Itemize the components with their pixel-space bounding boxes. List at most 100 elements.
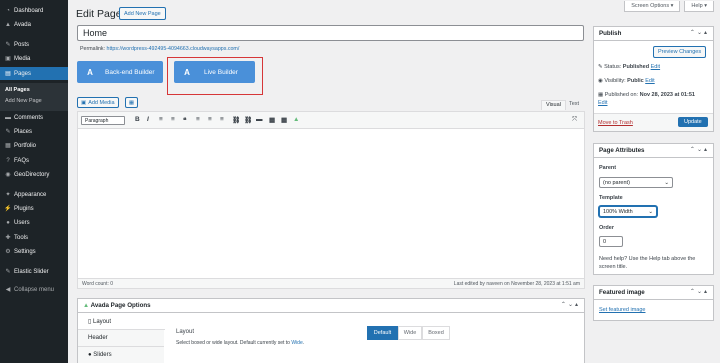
sidebar-item-portfolio[interactable]: ▦ Portfolio bbox=[0, 139, 68, 152]
permalink-url-link[interactable]: https://wordpress-492495-4094663.cloudwa… bbox=[107, 46, 240, 52]
featured-image-header[interactable]: Featured image ⌃⌄▴ bbox=[594, 286, 713, 300]
screen-options-button[interactable]: Screen Options ▾ bbox=[624, 1, 681, 12]
visibility-edit-link[interactable]: Edit bbox=[645, 78, 654, 84]
link-icon[interactable]: ⛓ bbox=[232, 116, 240, 124]
comments-icon: ▬ bbox=[5, 114, 11, 121]
pin-icon: ✎ bbox=[598, 64, 603, 70]
places-icon: ✎ bbox=[5, 129, 11, 135]
help-button[interactable]: Help ▾ bbox=[684, 1, 714, 12]
bullet-list-icon[interactable]: ≡ bbox=[159, 116, 163, 123]
published-edit-link[interactable]: Edit bbox=[598, 100, 607, 106]
box-arrows-icon[interactable]: ⌃⌄▴ bbox=[561, 301, 580, 308]
editor-statusbar: Word count: 0 Last edited by naveen on N… bbox=[78, 278, 584, 288]
set-featured-image-link[interactable]: Set featured image bbox=[599, 307, 645, 313]
align-left-icon[interactable]: ≡ bbox=[196, 116, 200, 123]
collapse-icon: ◀ bbox=[5, 287, 11, 293]
preview-changes-button[interactable]: Preview Changes bbox=[653, 46, 707, 58]
avada-options-header[interactable]: ▲ Avada Page Options ⌃⌄▴ bbox=[78, 299, 584, 313]
submenu-all-pages[interactable]: All Pages bbox=[5, 87, 30, 93]
sidebar-item-media[interactable]: ▣ Media bbox=[0, 52, 68, 65]
media-icon: ▣ bbox=[81, 99, 87, 106]
chevron-down-icon: ⌄ bbox=[664, 180, 669, 186]
calendar-icon: ▦ bbox=[598, 92, 604, 98]
sidebar-item-avada[interactable]: ▲ Avada bbox=[0, 18, 68, 31]
sidebar-item-places[interactable]: ✎ Places bbox=[0, 125, 68, 138]
users-icon: ● bbox=[6, 219, 10, 226]
box-arrows-icon[interactable]: ⌃⌄▴ bbox=[690, 288, 709, 295]
page-title: Edit Page bbox=[76, 8, 122, 20]
faq-icon: ? bbox=[6, 157, 10, 164]
template-select[interactable]: 100% Width ⌄ bbox=[599, 206, 657, 217]
move-to-trash-link[interactable]: Move to Trash bbox=[598, 120, 633, 126]
content-editor[interactable]: Paragraph B I ≡ ≡ ❝ ≡ ≡ ≡ ⛓ ⛓ ▬ ▦ ▦ ▲ ⤧ … bbox=[77, 111, 585, 289]
avada-tab-header[interactable]: Header bbox=[78, 330, 164, 347]
tab-visual[interactable]: Visual bbox=[541, 100, 566, 110]
layout-grid-button[interactable]: ▦ bbox=[125, 97, 138, 108]
format-select[interactable]: Paragraph bbox=[81, 116, 125, 125]
layout-description: Select boxed or wide layout. Default cur… bbox=[176, 340, 305, 346]
sidebar-item-dashboard[interactable]: ◔ Dashboard bbox=[0, 4, 68, 17]
avada-shortcode-icon[interactable]: ▲ bbox=[293, 116, 299, 123]
sidebar-item-settings[interactable]: ⚙ Settings bbox=[0, 245, 68, 258]
box-arrows-icon[interactable]: ⌃⌄▴ bbox=[690, 146, 709, 153]
add-new-page-button[interactable]: Add New Page bbox=[119, 7, 166, 20]
slider-icon: ✎ bbox=[5, 269, 11, 275]
sliders-icon: ● bbox=[88, 352, 92, 358]
sidebar-collapse-menu[interactable]: ◀ Collapse menu bbox=[0, 283, 68, 296]
bold-icon[interactable]: B bbox=[135, 116, 140, 123]
avada-tab-sliders[interactable]: ● Sliders bbox=[78, 347, 164, 363]
admin-sidebar: ◔ Dashboard ▲ Avada ✎ Posts ▣ Media ▤ Pages A… bbox=[0, 0, 68, 363]
status-edit-link[interactable]: Edit bbox=[651, 64, 660, 70]
update-button[interactable]: Update bbox=[678, 117, 708, 127]
numbered-list-icon[interactable]: ≡ bbox=[171, 116, 175, 123]
pages-icon: ▤ bbox=[5, 71, 11, 77]
chevron-down-icon: ⌄ bbox=[648, 209, 653, 215]
layout-wide-button[interactable]: Wide bbox=[398, 326, 422, 340]
sidebar-item-users[interactable]: ● Users bbox=[0, 216, 68, 229]
media-icon: ▣ bbox=[5, 56, 11, 62]
avada-logo-icon: A bbox=[87, 67, 93, 77]
sidebar-item-elastic-slider[interactable]: ✎ Elastic Slider bbox=[0, 265, 68, 278]
plugins-icon: ⚡ bbox=[4, 206, 12, 212]
toolbar-toggle-icon[interactable]: ▦ bbox=[269, 116, 275, 124]
tab-text[interactable]: Text bbox=[565, 100, 583, 110]
avada-tabs: ▯ Layout Header ● Sliders bbox=[78, 313, 165, 363]
sidebar-item-geodirectory[interactable]: ◉ GeoDirectory bbox=[0, 168, 68, 181]
unlink-icon[interactable]: ⛓ bbox=[244, 116, 252, 124]
align-center-icon[interactable]: ≡ bbox=[208, 116, 212, 123]
post-title-input[interactable]: Home bbox=[77, 25, 584, 41]
sidebar-item-plugins[interactable]: ⚡ Plugins bbox=[0, 202, 68, 215]
page-attributes-header[interactable]: Page Attributes ⌃⌄▴ bbox=[594, 144, 713, 158]
submenu-add-new[interactable]: Add New Page bbox=[5, 98, 42, 104]
align-right-icon[interactable]: ≡ bbox=[220, 116, 224, 123]
sidebar-item-faqs[interactable]: ? FAQs bbox=[0, 154, 68, 167]
read-more-icon[interactable]: ▬ bbox=[256, 116, 263, 123]
avada-tab-layout[interactable]: ▯ Layout bbox=[78, 313, 165, 330]
fullscreen-icon[interactable]: ⤧ bbox=[572, 116, 577, 124]
layout-default-button[interactable]: Default bbox=[367, 326, 398, 340]
template-label: Template bbox=[599, 195, 623, 201]
layout-icon: ▯ bbox=[88, 319, 92, 325]
add-media-button[interactable]: ▣ Add Media bbox=[77, 97, 119, 108]
parent-select[interactable]: (no parent) ⌄ bbox=[599, 177, 673, 188]
sidebar-item-comments[interactable]: ▬ Comments bbox=[0, 111, 68, 124]
box-arrows-icon[interactable]: ⌃⌄▴ bbox=[690, 29, 709, 36]
publish-header[interactable]: Publish ⌃⌄▴ bbox=[594, 27, 713, 41]
portfolio-icon: ▦ bbox=[5, 143, 11, 149]
parent-label: Parent bbox=[599, 165, 617, 171]
settings-icon: ⚙ bbox=[5, 249, 11, 255]
shortcode-icon[interactable]: ▦ bbox=[281, 116, 287, 124]
backend-builder-button[interactable]: A Back-end Builder bbox=[77, 61, 163, 83]
avada-icon: ▲ bbox=[5, 21, 11, 28]
sidebar-item-posts[interactable]: ✎ Posts bbox=[0, 38, 68, 51]
sidebar-item-appearance[interactable]: ✦ Appearance bbox=[0, 188, 68, 201]
blockquote-icon[interactable]: ❝ bbox=[183, 116, 187, 124]
sidebar-item-tools[interactable]: ✚ Tools bbox=[0, 231, 68, 244]
italic-icon[interactable]: I bbox=[147, 116, 149, 123]
featured-image-box: Featured image ⌃⌄▴ bbox=[593, 285, 714, 321]
permalink-label: Permalink: bbox=[80, 46, 106, 52]
sidebar-item-pages[interactable]: ▤ Pages bbox=[0, 67, 68, 80]
layout-boxed-button[interactable]: Boxed bbox=[422, 326, 450, 340]
order-input[interactable]: 0 bbox=[599, 236, 623, 247]
pin-icon: ✎ bbox=[5, 42, 11, 48]
